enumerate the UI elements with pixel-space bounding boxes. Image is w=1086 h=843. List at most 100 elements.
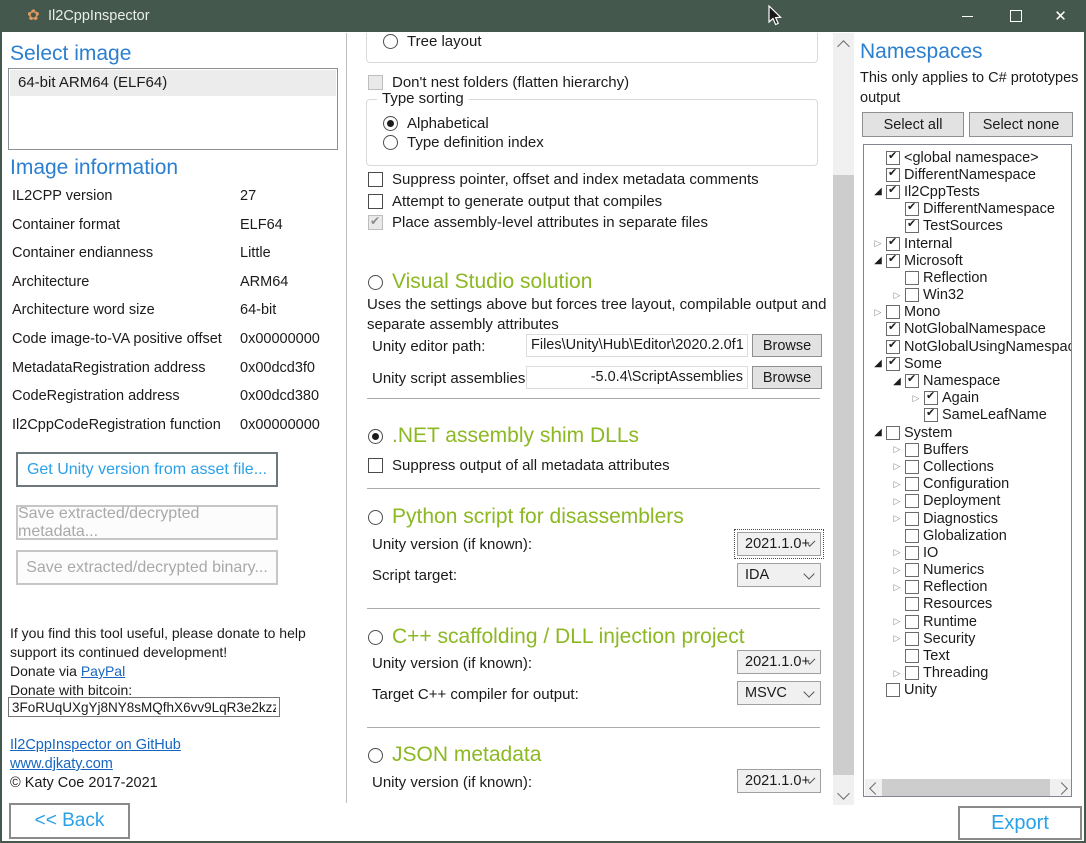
tree-checkbox[interactable]: [905, 580, 919, 594]
tree-expand-icon[interactable]: ▷: [889, 613, 905, 630]
tree-checkbox[interactable]: [886, 254, 900, 268]
tree-item-label[interactable]: NotGlobalNamespace: [904, 321, 1046, 337]
json-metadata-option[interactable]: JSON metadata: [368, 741, 541, 769]
tree-checkbox[interactable]: [886, 151, 900, 165]
tree-expand-icon[interactable]: ▷: [908, 390, 924, 407]
cpp-unity-version-select[interactable]: 2021.1.0+: [737, 650, 821, 674]
tree-item[interactable]: NotGlobalNamespace: [866, 321, 1071, 338]
tree-checkbox[interactable]: [924, 391, 938, 405]
shim-dlls-radio[interactable]: [368, 429, 383, 444]
minimize-button[interactable]: [945, 0, 990, 32]
tree-checkbox[interactable]: [905, 546, 919, 560]
tree-expand-icon[interactable]: ▷: [889, 476, 905, 493]
tree-item[interactable]: NotGlobalUsingNamespace: [866, 338, 1071, 355]
tree-item-label[interactable]: Collections: [923, 459, 994, 475]
tree-expand-icon[interactable]: ▷: [889, 493, 905, 510]
tree-item[interactable]: ▷Security: [866, 630, 1071, 647]
tree-item[interactable]: ◢Il2CppTests: [866, 183, 1071, 200]
tree-checkbox[interactable]: [905, 374, 919, 388]
scroll-left-arrow-icon[interactable]: [869, 782, 882, 795]
cpp-scaffolding-radio[interactable]: [368, 630, 383, 645]
tree-item-label[interactable]: Resources: [923, 596, 992, 612]
tree-item-label[interactable]: DifferentNamespace: [923, 201, 1055, 217]
image-listbox[interactable]: 64-bit ARM64 (ELF64): [8, 68, 338, 150]
tree-item-label[interactable]: SameLeafName: [942, 407, 1047, 423]
tree-checkbox[interactable]: [886, 426, 900, 440]
assemblies-path-browse-button[interactable]: Browse: [752, 366, 822, 389]
back-button[interactable]: << Back: [9, 803, 130, 839]
tree-item[interactable]: ▷Buffers: [866, 441, 1071, 458]
tree-item[interactable]: ◢Namespace: [866, 372, 1071, 389]
tree-expand-icon[interactable]: ▷: [889, 287, 905, 304]
tree-item[interactable]: SameLeafName: [866, 407, 1071, 424]
tree-item-label[interactable]: Reflection: [923, 270, 987, 286]
tree-checkbox[interactable]: [886, 305, 900, 319]
tree-collapse-icon[interactable]: ◢: [870, 424, 886, 441]
namespaces-tree[interactable]: <global namespace>DifferentNamespace◢Il2…: [863, 144, 1072, 797]
script-target-select[interactable]: IDA: [737, 563, 821, 587]
tree-expand-icon[interactable]: ▷: [889, 665, 905, 682]
tree-item[interactable]: ▷ Configuration: [866, 476, 1071, 493]
suppress-metadata-checkbox[interactable]: [368, 458, 383, 473]
vs-solution-option[interactable]: Visual Studio solution: [368, 268, 592, 296]
tree-item[interactable]: ◢Microsoft: [866, 252, 1071, 269]
image-list-item[interactable]: 64-bit ARM64 (ELF64): [10, 70, 336, 96]
tree-item[interactable]: ▷ Collections: [866, 458, 1071, 475]
tree-item-label[interactable]: <global namespace>: [904, 150, 1039, 166]
tree-checkbox[interactable]: [905, 632, 919, 646]
export-button[interactable]: Export: [958, 806, 1082, 840]
json-unity-version-select[interactable]: 2021.1.0+: [737, 769, 821, 793]
tree-expand-icon[interactable]: ▷: [889, 458, 905, 475]
tree-checkbox[interactable]: [886, 357, 900, 371]
type-sorting-option[interactable]: Type definition index: [383, 133, 544, 152]
tree-checkbox[interactable]: [905, 563, 919, 577]
tree-item-label[interactable]: Text: [923, 648, 950, 664]
tree-item-label[interactable]: Globalization: [923, 528, 1007, 544]
json-metadata-radio[interactable]: [368, 748, 383, 763]
tree-checkbox[interactable]: [905, 649, 919, 663]
tree-expand-icon[interactable]: ▷: [889, 510, 905, 527]
tree-checkbox[interactable]: [924, 408, 938, 422]
tree-item[interactable]: DifferentNamespace: [866, 201, 1071, 218]
tree-item-label[interactable]: Configuration: [923, 476, 1009, 492]
editor-path-browse-button[interactable]: Browse: [752, 334, 822, 357]
output-checkbox[interactable]: [368, 172, 383, 187]
select-none-button[interactable]: Select none: [969, 112, 1073, 137]
tree-item-label[interactable]: System: [904, 425, 952, 441]
tree-item[interactable]: ▷Again: [866, 390, 1071, 407]
tree-expand-icon[interactable]: ▷: [889, 630, 905, 647]
tree-checkbox[interactable]: [886, 322, 900, 336]
tree-item[interactable]: ▷Runtime: [866, 613, 1071, 630]
shim-dlls-option[interactable]: .NET assembly shim DLLs: [368, 422, 639, 450]
output-option[interactable]: Attempt to generate output that compiles: [368, 191, 759, 213]
tree-expand-icon[interactable]: ▷: [889, 544, 905, 561]
python-script-radio[interactable]: [368, 510, 383, 525]
tree-checkbox[interactable]: [905, 666, 919, 680]
tree-item-label[interactable]: Threading: [923, 665, 988, 681]
tree-item-label[interactable]: Numerics: [923, 562, 984, 578]
tree-item[interactable]: ◢Some: [866, 355, 1071, 372]
paypal-link[interactable]: PayPal: [81, 663, 125, 679]
tree-item-label[interactable]: Unity: [904, 682, 937, 698]
tree-item[interactable]: DifferentNamespace: [866, 166, 1071, 183]
tree-collapse-icon[interactable]: ◢: [889, 373, 905, 390]
tree-layout-radio[interactable]: [383, 34, 398, 49]
tree-checkbox[interactable]: [905, 615, 919, 629]
tree-item-label[interactable]: Internal: [904, 236, 952, 252]
assemblies-path-input[interactable]: -5.0.4\ScriptAssemblies: [526, 366, 748, 389]
tree-checkbox[interactable]: [905, 219, 919, 233]
maximize-button[interactable]: [993, 0, 1038, 32]
tree-expand-icon[interactable]: ▷: [870, 304, 886, 321]
tree-item-label[interactable]: Diagnostics: [923, 511, 998, 527]
vs-solution-radio[interactable]: [368, 275, 383, 290]
tree-checkbox[interactable]: [905, 271, 919, 285]
tree-checkbox[interactable]: [905, 288, 919, 302]
tree-item[interactable]: TestSources: [866, 218, 1071, 235]
tree-item-label[interactable]: DifferentNamespace: [904, 167, 1036, 183]
tree-item[interactable]: Resources: [866, 596, 1071, 613]
type-sorting-radio[interactable]: [383, 116, 398, 131]
tree-item-label[interactable]: Deployment: [923, 493, 1000, 509]
options-scrollbar[interactable]: [833, 33, 854, 805]
tree-item-label[interactable]: Il2CppTests: [904, 184, 980, 200]
python-unity-version-select[interactable]: 2021.1.0+: [737, 532, 821, 556]
